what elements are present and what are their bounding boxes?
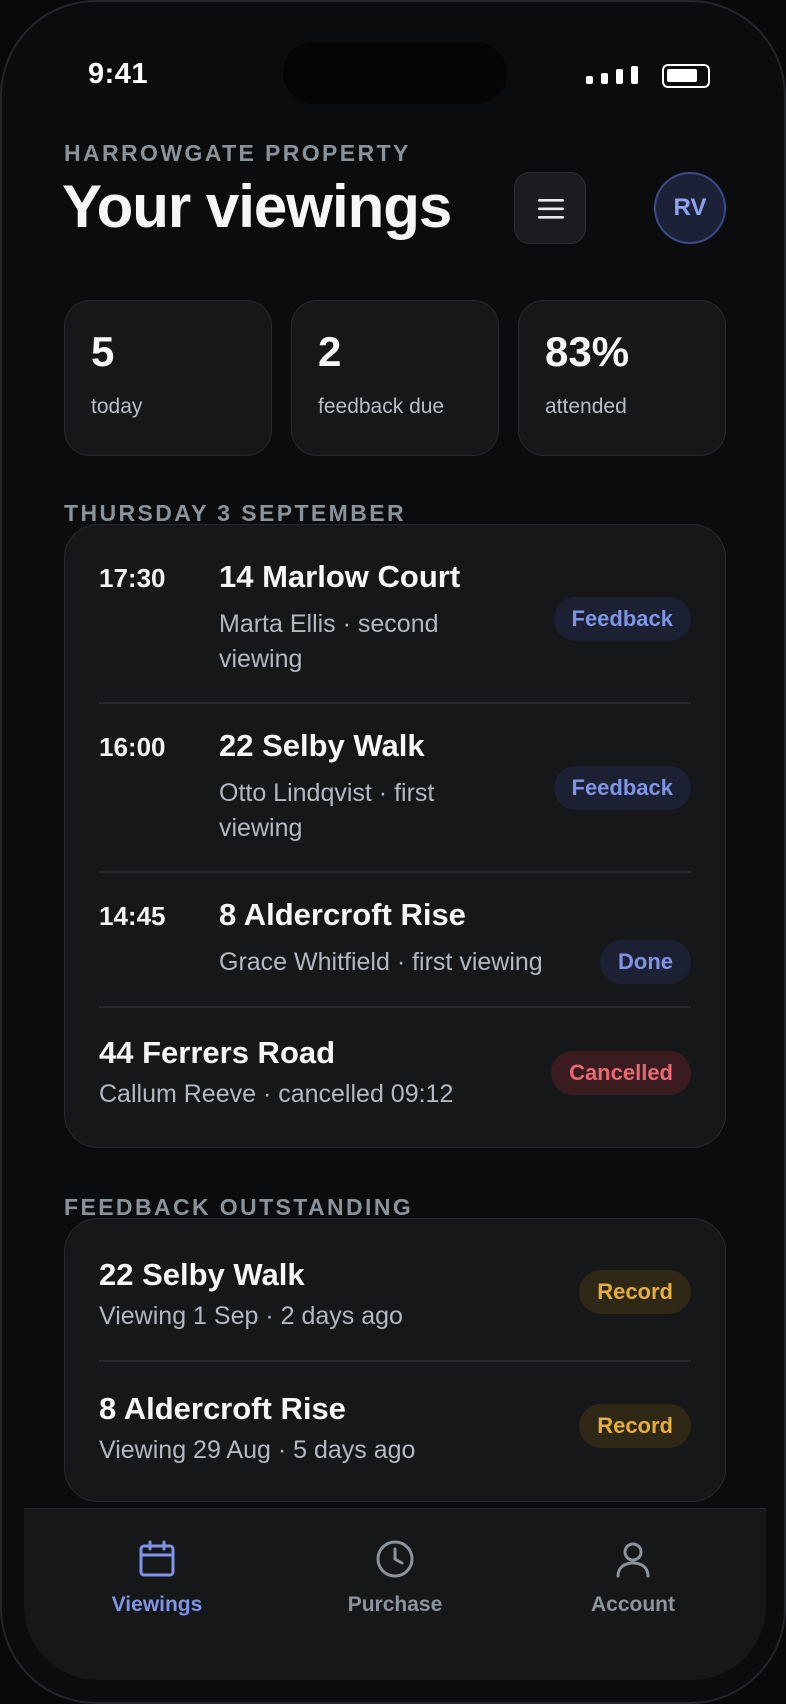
tab-label: Viewings — [111, 1593, 203, 1616]
stat-card-today: 5 today — [64, 300, 272, 456]
viewing-time: 17:30 — [99, 563, 166, 593]
viewing-row[interactable]: 17:30 14 Marlow Court Marta Ellis · seco… — [99, 559, 691, 683]
row-divider — [99, 1360, 691, 1362]
viewing-address: 8 Aldercroft Rise — [219, 897, 466, 932]
feedback-row[interactable]: 8 Aldercroft Rise Viewing 29 Aug · 5 day… — [99, 1391, 691, 1481]
status-bar: 9:41 — [2, 2, 784, 152]
status-badge-cancelled[interactable]: Cancelled — [551, 1051, 691, 1095]
row-divider — [99, 871, 691, 873]
viewing-time: 14:45 — [99, 901, 166, 931]
feedback-section-label: FEEDBACK OUTSTANDING — [64, 1194, 414, 1220]
tab-purchase[interactable]: Purchase — [315, 1539, 475, 1617]
stat-card-feedback-due: 2 feedback due — [291, 300, 499, 456]
row-divider — [99, 1006, 691, 1008]
tab-bar: Viewings Purchase Account — [24, 1508, 766, 1680]
viewing-subtitle-line2: viewing — [219, 814, 303, 842]
status-badge-feedback[interactable]: Feedback — [553, 597, 691, 641]
dynamic-island — [283, 42, 507, 104]
stat-card-attended: 83% attended — [518, 300, 726, 456]
viewing-address: 44 Ferrers Road — [99, 1035, 336, 1070]
feedback-card: 22 Selby Walk Viewing 1 Sep · 2 days ago… — [64, 1218, 726, 1502]
schedule-card: 17:30 14 Marlow Court Marta Ellis · seco… — [64, 524, 726, 1148]
tab-label: Account — [591, 1593, 675, 1616]
row-divider — [99, 702, 691, 704]
feedback-subtitle: Viewing 1 Sep · 2 days ago — [99, 1302, 403, 1330]
feedback-address: 8 Aldercroft Rise — [99, 1391, 346, 1426]
viewing-address: 22 Selby Walk — [219, 728, 425, 763]
viewing-row-cancelled[interactable]: 44 Ferrers Road Callum Reeve · cancelled… — [99, 1035, 691, 1125]
brand-eyebrow: HARROWGATE PROPERTY — [64, 140, 411, 166]
viewing-subtitle-line1: Marta Ellis · second — [219, 610, 439, 638]
menu-button[interactable] — [514, 172, 586, 244]
signal-icon — [586, 66, 642, 84]
schedule-day-label: THURSDAY 3 SEPTEMBER — [64, 500, 406, 526]
tab-label: Purchase — [347, 1593, 443, 1616]
viewing-address: 14 Marlow Court — [219, 559, 461, 594]
stat-label: today — [91, 395, 143, 418]
clock-icon — [376, 1540, 414, 1578]
feedback-row[interactable]: 22 Selby Walk Viewing 1 Sep · 2 days ago… — [99, 1257, 691, 1347]
viewing-subtitle-line1: Otto Lindqvist · first — [219, 779, 435, 807]
stat-value: 83% — [545, 328, 630, 375]
record-button[interactable]: Record — [579, 1404, 691, 1448]
viewing-row[interactable]: 16:00 22 Selby Walk Otto Lindqvist · fir… — [99, 728, 691, 852]
viewing-subtitle-line1: Callum Reeve · cancelled 09:12 — [99, 1080, 454, 1108]
user-icon — [616, 1542, 650, 1578]
tab-account[interactable]: Account — [553, 1539, 713, 1617]
feedback-address: 22 Selby Walk — [99, 1257, 305, 1292]
viewing-time: 16:00 — [99, 732, 166, 762]
viewing-row[interactable]: 14:45 8 Aldercroft Rise Grace Whitfield … — [99, 897, 691, 991]
viewing-subtitle-line2: viewing — [219, 645, 303, 673]
stat-label: feedback due — [318, 395, 445, 418]
phone-screen: 9:41 HARROWGATE PROPERTY Your viewings R… — [0, 0, 786, 1704]
tab-viewings[interactable]: Viewings — [77, 1539, 237, 1617]
stat-value: 5 — [91, 328, 115, 375]
viewing-subtitle-line1: Grace Whitfield · first viewing — [219, 948, 543, 976]
hamburger-menu-icon — [538, 199, 564, 219]
calendar-icon — [139, 1540, 175, 1577]
feedback-subtitle: Viewing 29 Aug · 5 days ago — [99, 1436, 416, 1464]
status-time: 9:41 — [88, 58, 149, 90]
status-badge-done[interactable]: Done — [600, 940, 691, 984]
battery-icon — [662, 64, 710, 88]
stat-label: attended — [545, 395, 627, 418]
record-button[interactable]: Record — [579, 1270, 691, 1314]
status-badge-feedback[interactable]: Feedback — [553, 766, 691, 810]
stat-value: 2 — [318, 328, 342, 375]
page-title: Your viewings — [62, 173, 452, 240]
avatar[interactable]: RV — [654, 172, 726, 244]
